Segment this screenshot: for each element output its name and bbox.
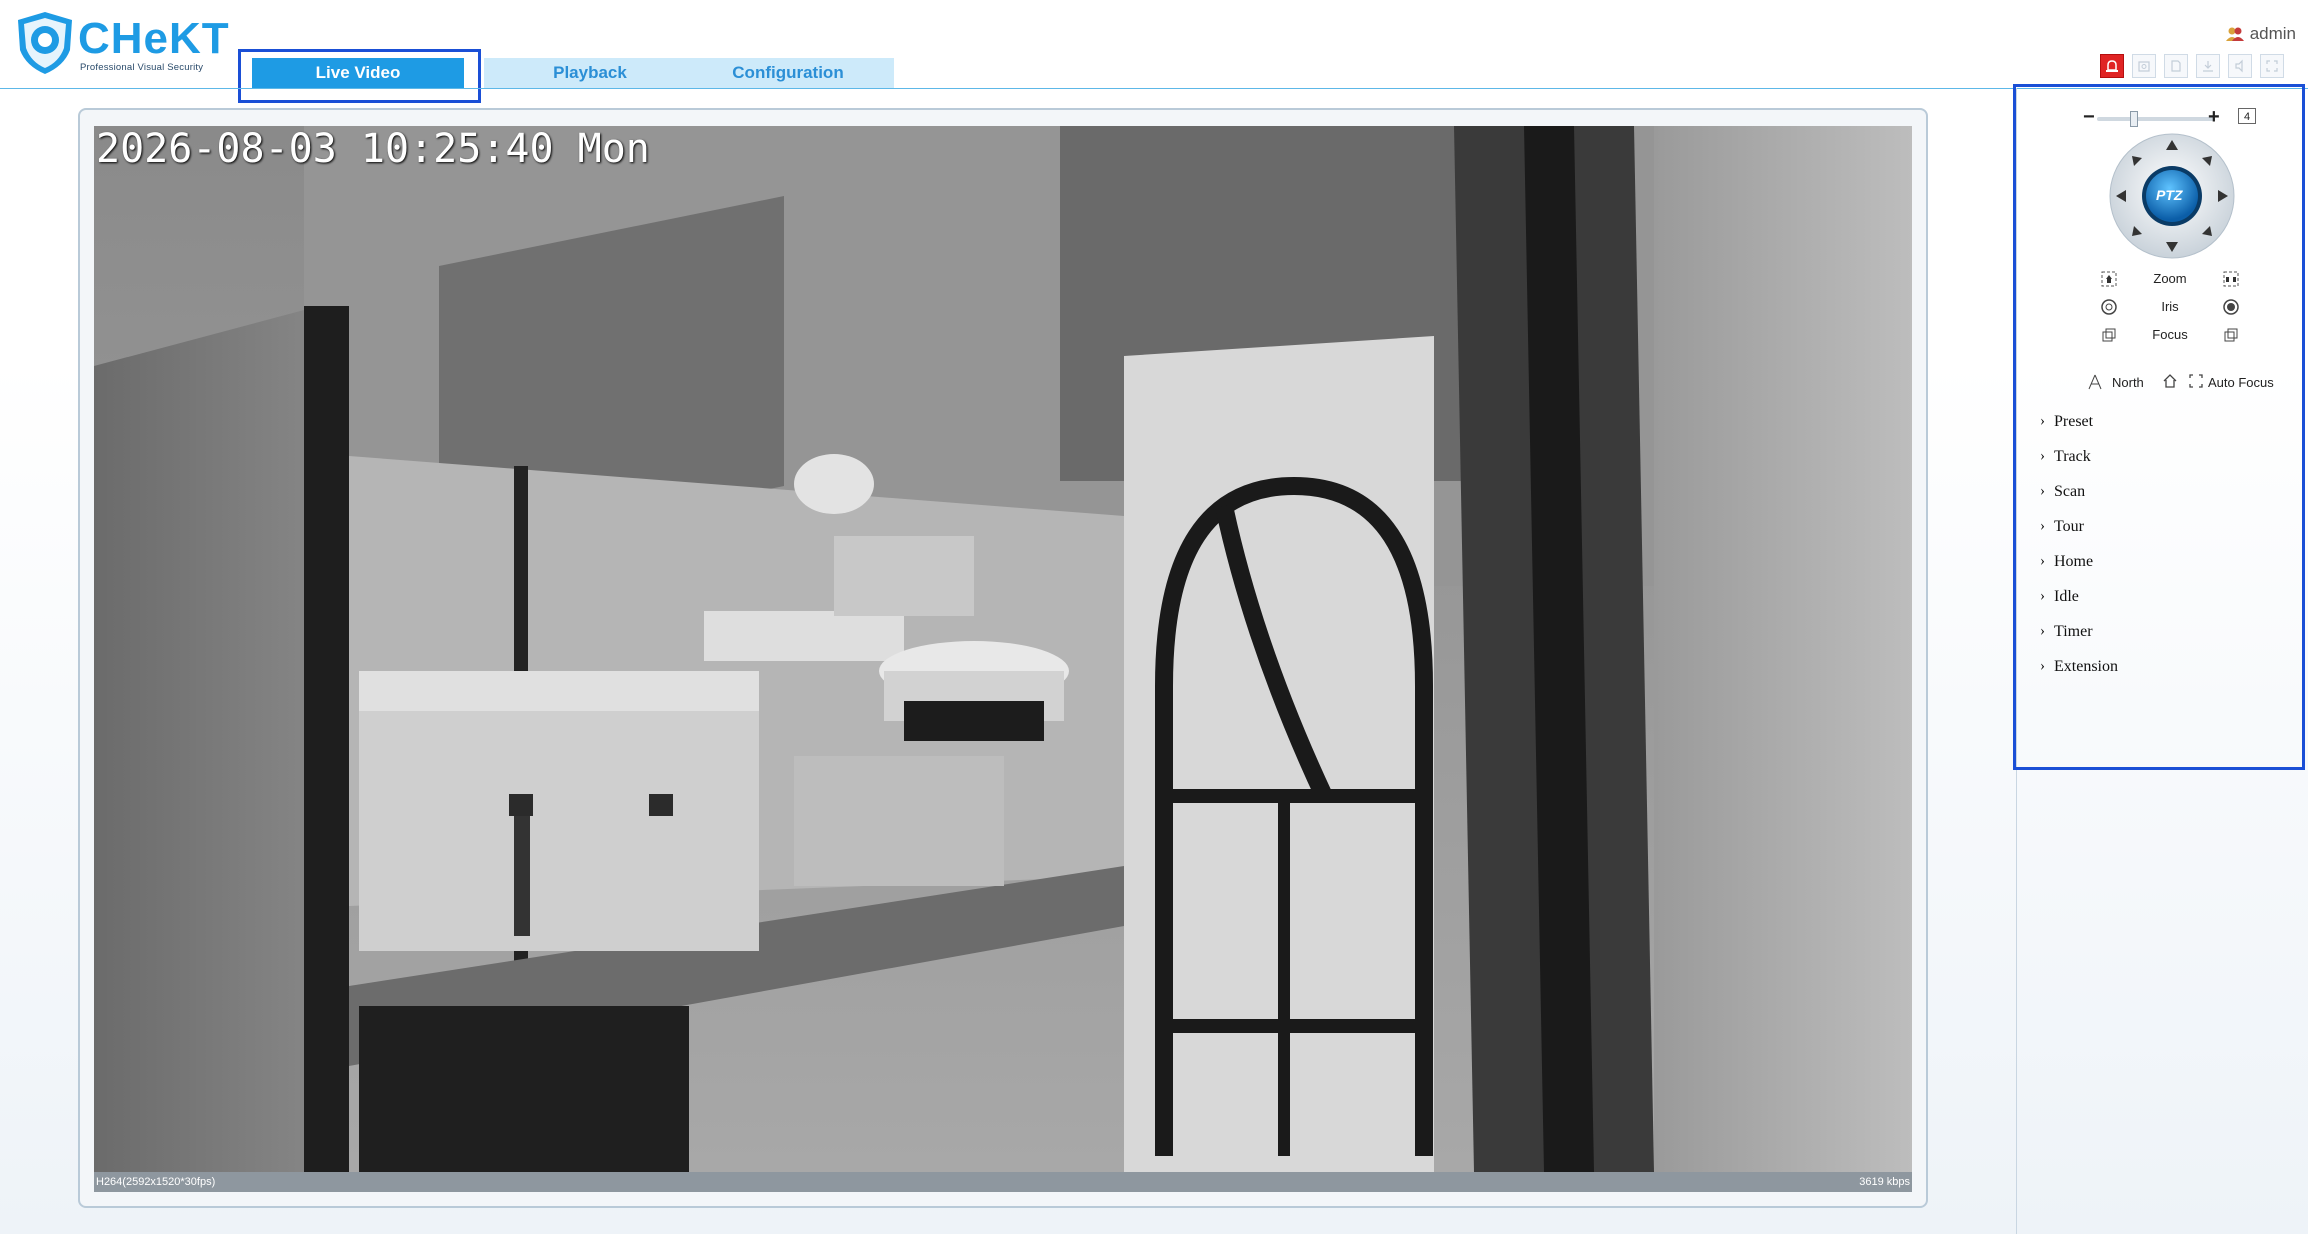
- username: admin: [2249, 24, 2296, 43]
- north-icon[interactable]: [2088, 374, 2102, 390]
- zoom-label: Zoom: [2153, 271, 2187, 286]
- ptz-quick-actions: North Auto Focus: [2088, 372, 2288, 392]
- iris-control-row: Iris: [2100, 296, 2240, 318]
- iris-label: Iris: [2161, 299, 2179, 314]
- zoom-out-icon[interactable]: [2222, 270, 2240, 288]
- home-icon[interactable]: [2162, 373, 2178, 389]
- zoom-control-row: Zoom: [2100, 268, 2240, 290]
- record-icon: [2171, 60, 2181, 72]
- logo-wordmark: CHeKT: [78, 14, 230, 63]
- snapshot-icon: [2138, 61, 2150, 72]
- tab-configuration[interactable]: Configuration: [682, 58, 894, 88]
- alarm-icon: [2106, 60, 2118, 72]
- fullscreen-icon: [2266, 60, 2278, 72]
- iris-close-icon[interactable]: [2222, 298, 2240, 316]
- chevron-right-icon: ›: [2040, 413, 2045, 429]
- zoom-slider-row: − + 4: [2083, 106, 2256, 129]
- stream-info: H264(2592x1520*30fps): [96, 1176, 216, 1188]
- chevron-right-icon: ›: [2040, 448, 2045, 464]
- header-divider: [0, 88, 2308, 89]
- shield-logo-icon: [18, 12, 72, 74]
- snapshot-button[interactable]: [2132, 54, 2156, 78]
- video-status-bar: H264(2592x1520*30fps) 3619 kbps: [94, 1172, 1912, 1192]
- zoom-plus-button[interactable]: +: [2208, 106, 2220, 129]
- auto-focus-icon[interactable]: [2188, 373, 2204, 389]
- focus-far-icon[interactable]: [2222, 326, 2240, 344]
- chevron-right-icon: ›: [2040, 658, 2045, 674]
- chevron-right-icon: ›: [2040, 623, 2045, 639]
- record-button[interactable]: [2164, 54, 2188, 78]
- download-icon: [2203, 61, 2213, 72]
- zoom-slider-thumb[interactable]: [2130, 111, 2138, 127]
- users-icon: [2225, 27, 2244, 41]
- focus-label: Focus: [2152, 327, 2188, 342]
- user-menu[interactable]: admin: [2225, 24, 2296, 44]
- fullscreen-button[interactable]: [2260, 54, 2284, 78]
- top-toolbar: [2100, 54, 2284, 78]
- download-button[interactable]: [2196, 54, 2220, 78]
- live-video-feed[interactable]: 2026-08-03 10:25:40 Mon: [94, 126, 1912, 1172]
- ptz-direction-pad[interactable]: PTZ: [2108, 132, 2236, 260]
- audio-icon: [2235, 59, 2243, 73]
- bitrate: 3619 kbps: [1859, 1176, 1910, 1188]
- audio-button[interactable]: [2228, 54, 2252, 78]
- north-label[interactable]: North: [2112, 375, 2144, 390]
- ptz-center-label: PTZ: [2156, 187, 2183, 203]
- live-video-tab-highlight: [238, 49, 481, 103]
- chevron-right-icon: ›: [2040, 518, 2045, 534]
- chevron-right-icon: ›: [2040, 588, 2045, 604]
- focus-control-row: Focus: [2100, 324, 2240, 346]
- chevron-right-icon: ›: [2040, 483, 2045, 499]
- auto-focus-label[interactable]: Auto Focus: [2208, 375, 2274, 390]
- logo-tagline: Professional Visual Security: [80, 62, 204, 73]
- zoom-minus-button[interactable]: −: [2083, 106, 2095, 129]
- tab-playback[interactable]: Playback: [484, 58, 696, 88]
- chevron-right-icon: ›: [2040, 553, 2045, 569]
- alarm-button[interactable]: [2100, 54, 2124, 78]
- app-logo: CHeKT Professional Visual Security: [14, 10, 234, 76]
- camera-scene-image: [94, 126, 1912, 1172]
- zoom-slider[interactable]: [2097, 111, 2215, 127]
- zoom-value-box[interactable]: 4: [2238, 108, 2256, 124]
